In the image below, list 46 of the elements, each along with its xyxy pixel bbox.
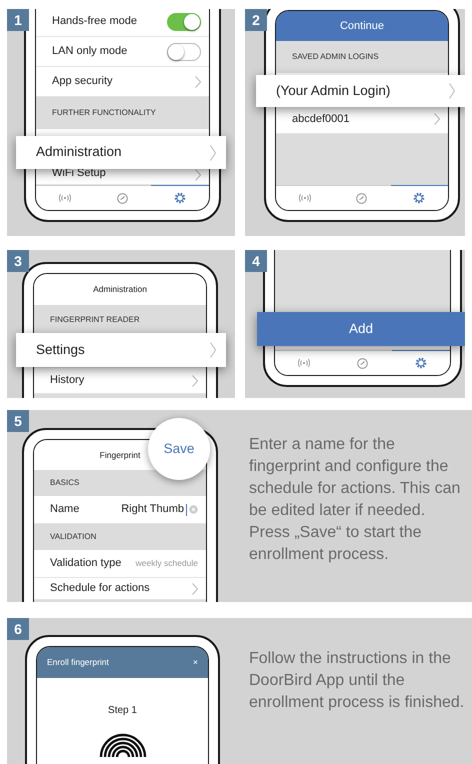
row-label: Validation type [50,556,122,572]
chevron-icon [210,144,216,160]
settings-icon[interactable] [413,192,426,204]
row-label: LAN only mode [52,44,128,60]
add-button[interactable]: Add [257,312,465,346]
screen-title: Administration [34,274,206,305]
menu-item[interactable]: History [34,368,206,394]
step-label: Step 1 [108,704,137,718]
step-number: 6 [7,618,29,640]
settings-icon[interactable] [174,192,186,204]
dialog-title: Enroll fingerprint [47,656,109,669]
menu-item[interactable]: Schedule for actions [34,578,206,600]
menu-item[interactable]: (Your Admin Login) [256,75,465,107]
row-label: Name [50,502,80,518]
chevron-icon [192,374,198,386]
clock-icon[interactable] [356,358,368,368]
step-number: 5 [7,410,29,432]
menu-item[interactable]: Administration [16,136,226,169]
signal-icon[interactable] [58,193,71,203]
settings-icon[interactable] [414,357,427,369]
toggle-switch[interactable] [167,12,201,30]
close-button[interactable]: × [193,656,198,669]
clock-icon[interactable] [117,192,128,204]
chevron-icon [449,83,455,99]
clock-icon[interactable] [356,192,368,204]
chevron-icon [195,76,201,88]
step-number: 1 [7,9,29,31]
row-value: weekly schedule [136,557,198,570]
signal-icon[interactable] [298,193,311,203]
signal-icon[interactable] [298,358,310,368]
toggle-switch[interactable] [167,42,201,60]
continue-button[interactable]: Continue [276,11,448,41]
chevron-icon [195,169,201,181]
instruction-text: Follow the instructions in the DoorBird App until the enrollment process is finished. [249,649,466,713]
name-field[interactable]: Right Thumb [121,501,198,518]
chevron-icon [192,582,198,594]
instruction-text: Enter a name for the fingerprint and configure the schedule for actions. This can be edited later if needed. Press „Save“ to start the enrollment process. [249,435,462,565]
chevron-icon [210,342,216,358]
step-number: 2 [245,9,267,31]
step-number: 3 [7,250,29,272]
menu-item[interactable]: abcdef0001 [276,105,448,134]
chevron-icon [434,113,440,125]
menu-item[interactable]: App security [36,67,209,97]
menu-item[interactable]: Settings [16,333,226,367]
step-number: 4 [245,250,267,272]
row-label: Hands-free mode [52,14,137,30]
